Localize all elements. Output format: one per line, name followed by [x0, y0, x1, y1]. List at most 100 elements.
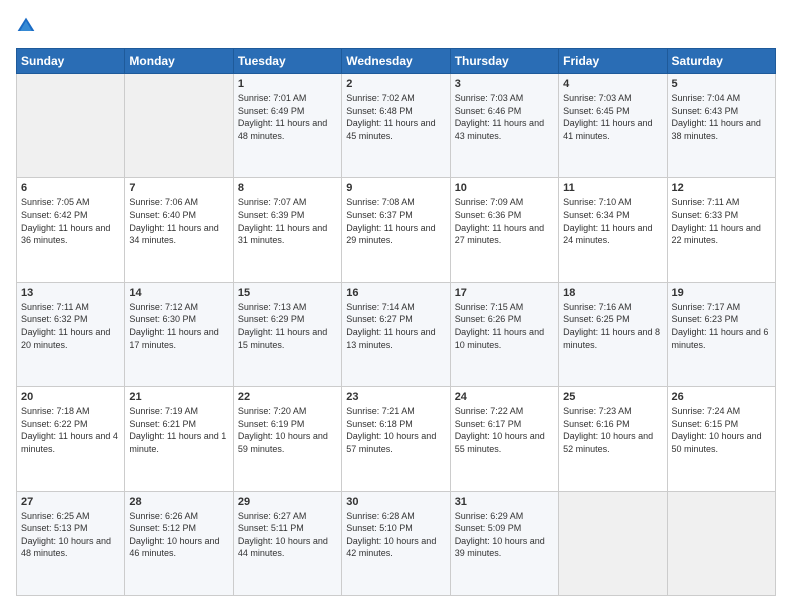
calendar-cell: 5 Sunrise: 7:04 AMSunset: 6:43 PMDaylight…	[667, 74, 775, 178]
day-number: 5	[672, 78, 771, 90]
calendar-cell: 28 Sunrise: 6:26 AMSunset: 5:12 PMDayligh…	[125, 491, 233, 595]
day-info: Sunrise: 7:11 AMSunset: 6:33 PMDaylight:…	[672, 196, 771, 246]
calendar-cell	[125, 74, 233, 178]
day-info: Sunrise: 7:08 AMSunset: 6:37 PMDaylight:…	[346, 196, 445, 246]
day-info: Sunrise: 7:23 AMSunset: 6:16 PMDaylight:…	[563, 405, 662, 455]
day-info: Sunrise: 7:03 AMSunset: 6:45 PMDaylight:…	[563, 92, 662, 142]
day-number: 10	[455, 182, 554, 194]
day-info: Sunrise: 7:13 AMSunset: 6:29 PMDaylight:…	[238, 301, 337, 351]
day-number: 2	[346, 78, 445, 90]
calendar-cell: 31 Sunrise: 6:29 AMSunset: 5:09 PMDayligh…	[450, 491, 558, 595]
calendar-cell: 25 Sunrise: 7:23 AMSunset: 6:16 PMDayligh…	[559, 387, 667, 491]
calendar-cell: 20 Sunrise: 7:18 AMSunset: 6:22 PMDayligh…	[17, 387, 125, 491]
day-info: Sunrise: 7:15 AMSunset: 6:26 PMDaylight:…	[455, 301, 554, 351]
day-number: 11	[563, 182, 662, 194]
calendar-cell: 11 Sunrise: 7:10 AMSunset: 6:34 PMDayligh…	[559, 178, 667, 282]
calendar-cell: 21 Sunrise: 7:19 AMSunset: 6:21 PMDayligh…	[125, 387, 233, 491]
calendar-cell: 4 Sunrise: 7:03 AMSunset: 6:45 PMDaylight…	[559, 74, 667, 178]
day-number: 6	[21, 182, 120, 194]
weekday-header: Wednesday	[342, 49, 450, 74]
calendar-cell	[667, 491, 775, 595]
weekday-header: Tuesday	[233, 49, 341, 74]
calendar-cell: 18 Sunrise: 7:16 AMSunset: 6:25 PMDayligh…	[559, 282, 667, 386]
calendar-cell: 8 Sunrise: 7:07 AMSunset: 6:39 PMDaylight…	[233, 178, 341, 282]
day-info: Sunrise: 7:04 AMSunset: 6:43 PMDaylight:…	[672, 92, 771, 142]
day-number: 12	[672, 182, 771, 194]
generalblue-icon	[16, 16, 36, 36]
day-number: 19	[672, 287, 771, 299]
calendar-cell: 13 Sunrise: 7:11 AMSunset: 6:32 PMDayligh…	[17, 282, 125, 386]
calendar-cell: 14Sunrise: 7:12 AMSunset: 6:30 PMDayligh…	[125, 282, 233, 386]
day-info: Sunrise: 7:02 AMSunset: 6:48 PMDaylight:…	[346, 92, 445, 142]
day-number: 3	[455, 78, 554, 90]
calendar-cell: 17 Sunrise: 7:15 AMSunset: 6:26 PMDayligh…	[450, 282, 558, 386]
day-number: 31	[455, 496, 554, 508]
day-info: Sunrise: 7:07 AMSunset: 6:39 PMDaylight:…	[238, 196, 337, 246]
day-info: Sunrise: 7:14 AMSunset: 6:27 PMDaylight:…	[346, 301, 445, 351]
calendar-cell: 12 Sunrise: 7:11 AMSunset: 6:33 PMDayligh…	[667, 178, 775, 282]
day-info: Sunrise: 7:10 AMSunset: 6:34 PMDaylight:…	[563, 196, 662, 246]
calendar-cell: 9 Sunrise: 7:08 AMSunset: 6:37 PMDaylight…	[342, 178, 450, 282]
calendar-cell: 27Sunrise: 6:25 AMSunset: 5:13 PMDayligh…	[17, 491, 125, 595]
day-number: 25	[563, 391, 662, 403]
calendar-cell: 7 Sunrise: 7:06 AMSunset: 6:40 PMDaylight…	[125, 178, 233, 282]
day-info: Sunrise: 7:03 AMSunset: 6:46 PMDaylight:…	[455, 92, 554, 142]
day-number: 18	[563, 287, 662, 299]
day-number: 23	[346, 391, 445, 403]
page-header	[16, 16, 776, 36]
day-info: Sunrise: 7:09 AMSunset: 6:36 PMDaylight:…	[455, 196, 554, 246]
calendar-cell	[559, 491, 667, 595]
logo	[16, 16, 40, 36]
day-number: 9	[346, 182, 445, 194]
weekday-header: Monday	[125, 49, 233, 74]
day-info: Sunrise: 7:21 AMSunset: 6:18 PMDaylight:…	[346, 405, 445, 455]
calendar-cell: 16 Sunrise: 7:14 AMSunset: 6:27 PMDayligh…	[342, 282, 450, 386]
day-info: Sunrise: 7:16 AMSunset: 6:25 PMDaylight:…	[563, 301, 662, 351]
day-number: 22	[238, 391, 337, 403]
day-info: Sunrise: 7:01 AMSunset: 6:49 PMDaylight:…	[238, 92, 337, 142]
day-number: 8	[238, 182, 337, 194]
day-number: 20	[21, 391, 120, 403]
calendar-cell: 19 Sunrise: 7:17 AMSunset: 6:23 PMDayligh…	[667, 282, 775, 386]
day-info: Sunrise: 7:20 AMSunset: 6:19 PMDaylight:…	[238, 405, 337, 455]
day-number: 26	[672, 391, 771, 403]
day-info: Sunrise: 7:11 AMSunset: 6:32 PMDaylight:…	[21, 301, 120, 351]
day-info: Sunrise: 6:29 AMSunset: 5:09 PMDaylight:…	[455, 510, 554, 560]
calendar-table: SundayMondayTuesdayWednesdayThursdayFrid…	[16, 48, 776, 596]
calendar-cell: 22 Sunrise: 7:20 AMSunset: 6:19 PMDayligh…	[233, 387, 341, 491]
day-number: 27	[21, 496, 120, 508]
day-number: 17	[455, 287, 554, 299]
calendar-cell: 2 Sunrise: 7:02 AMSunset: 6:48 PMDaylight…	[342, 74, 450, 178]
day-number: 29	[238, 496, 337, 508]
day-number: 15	[238, 287, 337, 299]
day-info: Sunrise: 7:06 AMSunset: 6:40 PMDaylight:…	[129, 196, 228, 246]
calendar-cell: 15 Sunrise: 7:13 AMSunset: 6:29 PMDayligh…	[233, 282, 341, 386]
calendar-cell: 24 Sunrise: 7:22 AMSunset: 6:17 PMDayligh…	[450, 387, 558, 491]
day-info: Sunrise: 7:19 AMSunset: 6:21 PMDaylight:…	[129, 405, 228, 455]
day-number: 24	[455, 391, 554, 403]
calendar-cell: 1Sunrise: 7:01 AMSunset: 6:49 PMDaylight…	[233, 74, 341, 178]
calendar-cell: 3 Sunrise: 7:03 AMSunset: 6:46 PMDaylight…	[450, 74, 558, 178]
day-number: 16	[346, 287, 445, 299]
day-number: 21	[129, 391, 228, 403]
day-info: Sunrise: 7:22 AMSunset: 6:17 PMDaylight:…	[455, 405, 554, 455]
calendar-cell: 10 Sunrise: 7:09 AMSunset: 6:36 PMDayligh…	[450, 178, 558, 282]
day-number: 4	[563, 78, 662, 90]
day-number: 28	[129, 496, 228, 508]
day-number: 30	[346, 496, 445, 508]
calendar-cell	[17, 74, 125, 178]
weekday-header: Thursday	[450, 49, 558, 74]
weekday-header: Saturday	[667, 49, 775, 74]
day-number: 13	[21, 287, 120, 299]
day-info: Sunrise: 7:12 AMSunset: 6:30 PMDaylight:…	[129, 301, 228, 351]
day-info: Sunrise: 7:18 AMSunset: 6:22 PMDaylight:…	[21, 405, 120, 455]
day-number: 7	[129, 182, 228, 194]
day-info: Sunrise: 6:28 AMSunset: 5:10 PMDaylight:…	[346, 510, 445, 560]
weekday-header: Sunday	[17, 49, 125, 74]
calendar-cell: 6 Sunrise: 7:05 AMSunset: 6:42 PMDaylight…	[17, 178, 125, 282]
day-info: Sunrise: 7:17 AMSunset: 6:23 PMDaylight:…	[672, 301, 771, 351]
calendar-cell: 23 Sunrise: 7:21 AMSunset: 6:18 PMDayligh…	[342, 387, 450, 491]
day-info: Sunrise: 7:05 AMSunset: 6:42 PMDaylight:…	[21, 196, 120, 246]
calendar-cell: 30 Sunrise: 6:28 AMSunset: 5:10 PMDayligh…	[342, 491, 450, 595]
day-info: Sunrise: 6:26 AMSunset: 5:12 PMDaylight:…	[129, 510, 228, 560]
